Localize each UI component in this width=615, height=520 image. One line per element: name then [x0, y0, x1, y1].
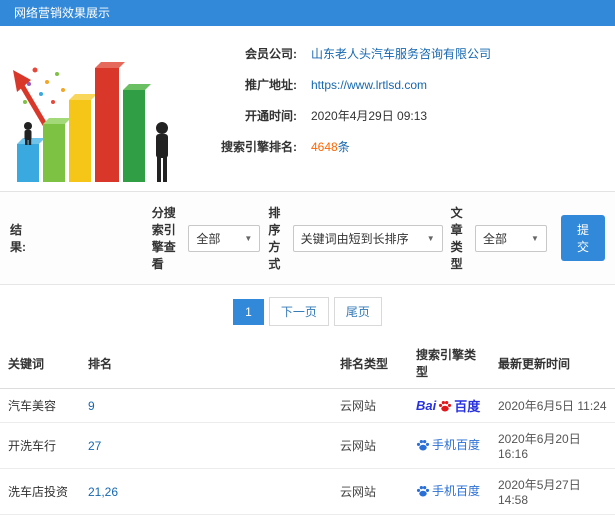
baidu-paw-icon [439, 400, 452, 412]
site-link[interactable]: https://www.lrtlsd.com [311, 78, 427, 92]
rank-type-cell: 云网站 [332, 514, 408, 520]
rank-count-unit: 条 [337, 140, 350, 154]
engine-filter-select[interactable]: 全部 ▼ [188, 224, 261, 252]
rank-type-cell: 云网站 [332, 468, 408, 515]
mobile-baidu-text: 手机百度 [432, 438, 481, 453]
header-rank-type: 排名类型 [332, 338, 408, 389]
keyword-cell: 汽车美容 [0, 388, 80, 423]
open-time-value: 2020年4月29日 09:13 [311, 109, 428, 123]
header-rank: 排名 [80, 338, 332, 389]
filter-controls: 分搜索引擎查看 全部 ▼ 排序方式 关键词由短到长排序 ▼ 文章类型 全部 ▼ … [152, 204, 605, 272]
article-type-label: 文章类型 [450, 206, 463, 271]
company-link[interactable]: 山东老人头汽车服务咨询有限公司 [311, 45, 491, 62]
chevron-down-icon: ▼ [426, 233, 435, 243]
rank-type-cell: 云网站 [332, 422, 408, 469]
header-updated: 最新更新时间 [490, 338, 615, 389]
rank-cell: 27 [80, 422, 332, 469]
rank-link[interactable]: 21,26 [88, 485, 118, 499]
updated-cell: 2020年6月5日 11:24 [490, 388, 615, 423]
page-number-current[interactable]: 1 [233, 298, 264, 325]
rank-count-number: 4648 [311, 140, 338, 154]
baidu-logo: Bai 百度 [416, 396, 480, 415]
company-label: 会员公司: [245, 47, 297, 61]
results-table: 关键词 排名 排名类型 搜索引擎类型 最新更新时间 汽车美容 9 云网站 Bai… [0, 338, 615, 520]
engine-cell: 手机百度 [408, 422, 490, 469]
sort-filter-value: 关键词由短到长排序 [300, 231, 409, 246]
keyword-cell: 洗车店投资 [0, 468, 80, 515]
open-time-label: 开通时间: [245, 109, 297, 123]
pagination: 1 下一页 尾页 [0, 285, 615, 338]
site-row: 推广地址: https://www.lrtlsd.com [185, 71, 491, 98]
chevron-down-icon: ▼ [531, 233, 539, 243]
rank-cell: 21,26 [80, 468, 332, 515]
result-section-label: 结果: [10, 223, 26, 254]
keyword-cell: 开洗车行 [0, 422, 80, 469]
table-row: 汽车美容 9 云网站 Bai 百度 2020年6月5日 11:24 [0, 388, 615, 423]
mobile-baidu-logo: 手机百度 [416, 436, 480, 453]
mobile-baidu-text: 手机百度 [432, 484, 481, 499]
article-type-value: 全部 [482, 231, 507, 246]
rank-count-value: 4648条 [311, 138, 350, 155]
keyword-cell: 汽车加盟店 [0, 514, 80, 520]
baidu-paw-icon [416, 439, 430, 451]
table-row: 洗车店投资 21,26 云网站 手机百度 2020年5月27日 14:58 [0, 468, 615, 515]
table-row: 汽车加盟店 8 云网站 Bai百度 2020年6月2日 16:12 [0, 514, 615, 520]
engine-filter-value: 全部 [196, 231, 221, 246]
rank-cell: 8 [80, 514, 332, 520]
open-time-row: 开通时间: 2020年4月29日 09:13 [185, 102, 491, 129]
updated-cell: 2020年6月20日 16:16 [490, 422, 615, 469]
updated-cell: 2020年6月2日 16:12 [490, 514, 615, 520]
page-header-bar: 网络营销效果展示 [0, 0, 615, 26]
sort-filter-label: 排序方式 [268, 206, 281, 271]
company-info-fields: 会员公司: 山东老人头汽车服务咨询有限公司 推广地址: https://www.… [185, 34, 491, 181]
rank-cell: 9 [80, 388, 332, 423]
company-row: 会员公司: 山东老人头汽车服务咨询有限公司 [185, 40, 491, 67]
header-engine-type: 搜索引擎类型 [408, 338, 490, 389]
engine-cell: Bai 百度 [408, 388, 490, 423]
rank-link[interactable]: 9 [88, 399, 95, 413]
next-page-button[interactable]: 下一页 [268, 297, 329, 326]
filter-band: 结果: 分搜索引擎查看 全部 ▼ 排序方式 关键词由短到长排序 ▼ 文章类型 全… [0, 192, 615, 285]
page-title: 网络营销效果展示 [14, 6, 111, 20]
updated-cell: 2020年5月27日 14:58 [490, 468, 615, 515]
last-page-button[interactable]: 尾页 [333, 297, 382, 326]
engine-cell: Bai百度 [408, 514, 490, 520]
baidu-logo-text: Bai [416, 398, 437, 413]
baidu-paw-icon [416, 485, 430, 497]
rank-count-label: 搜索引擎排名: [221, 140, 297, 154]
engine-cell: 手机百度 [408, 468, 490, 515]
table-row: 开洗车行 27 云网站 手机百度 2020年6月20日 16:16 [0, 422, 615, 469]
engine-filter-label: 分搜索引擎查看 [151, 206, 176, 271]
table-header: 关键词 排名 排名类型 搜索引擎类型 最新更新时间 [0, 338, 615, 389]
bar-chart-graphic [12, 61, 168, 182]
article-type-select[interactable]: 全部 ▼ [474, 224, 547, 252]
chevron-down-icon: ▼ [244, 233, 253, 243]
rank-type-cell: 云网站 [332, 388, 408, 423]
marketing-chart-image [0, 34, 185, 182]
rank-link[interactable]: 27 [88, 439, 101, 453]
submit-button[interactable]: 提交 [560, 215, 605, 261]
header-keyword: 关键词 [0, 338, 80, 389]
table-body: 汽车美容 9 云网站 Bai 百度 2020年6月5日 11:24 开洗车行 27… [0, 388, 615, 520]
mobile-baidu-logo: 手机百度 [416, 482, 480, 499]
sort-filter-select[interactable]: 关键词由短到长排序 ▼ [292, 224, 443, 252]
site-label: 推广地址: [245, 78, 297, 92]
rank-count-row: 搜索引擎排名: 4648条 [185, 133, 491, 160]
info-panel: 会员公司: 山东老人头汽车服务咨询有限公司 推广地址: https://www.… [0, 26, 615, 192]
baidu-logo-cn-text: 百度 [454, 399, 481, 414]
